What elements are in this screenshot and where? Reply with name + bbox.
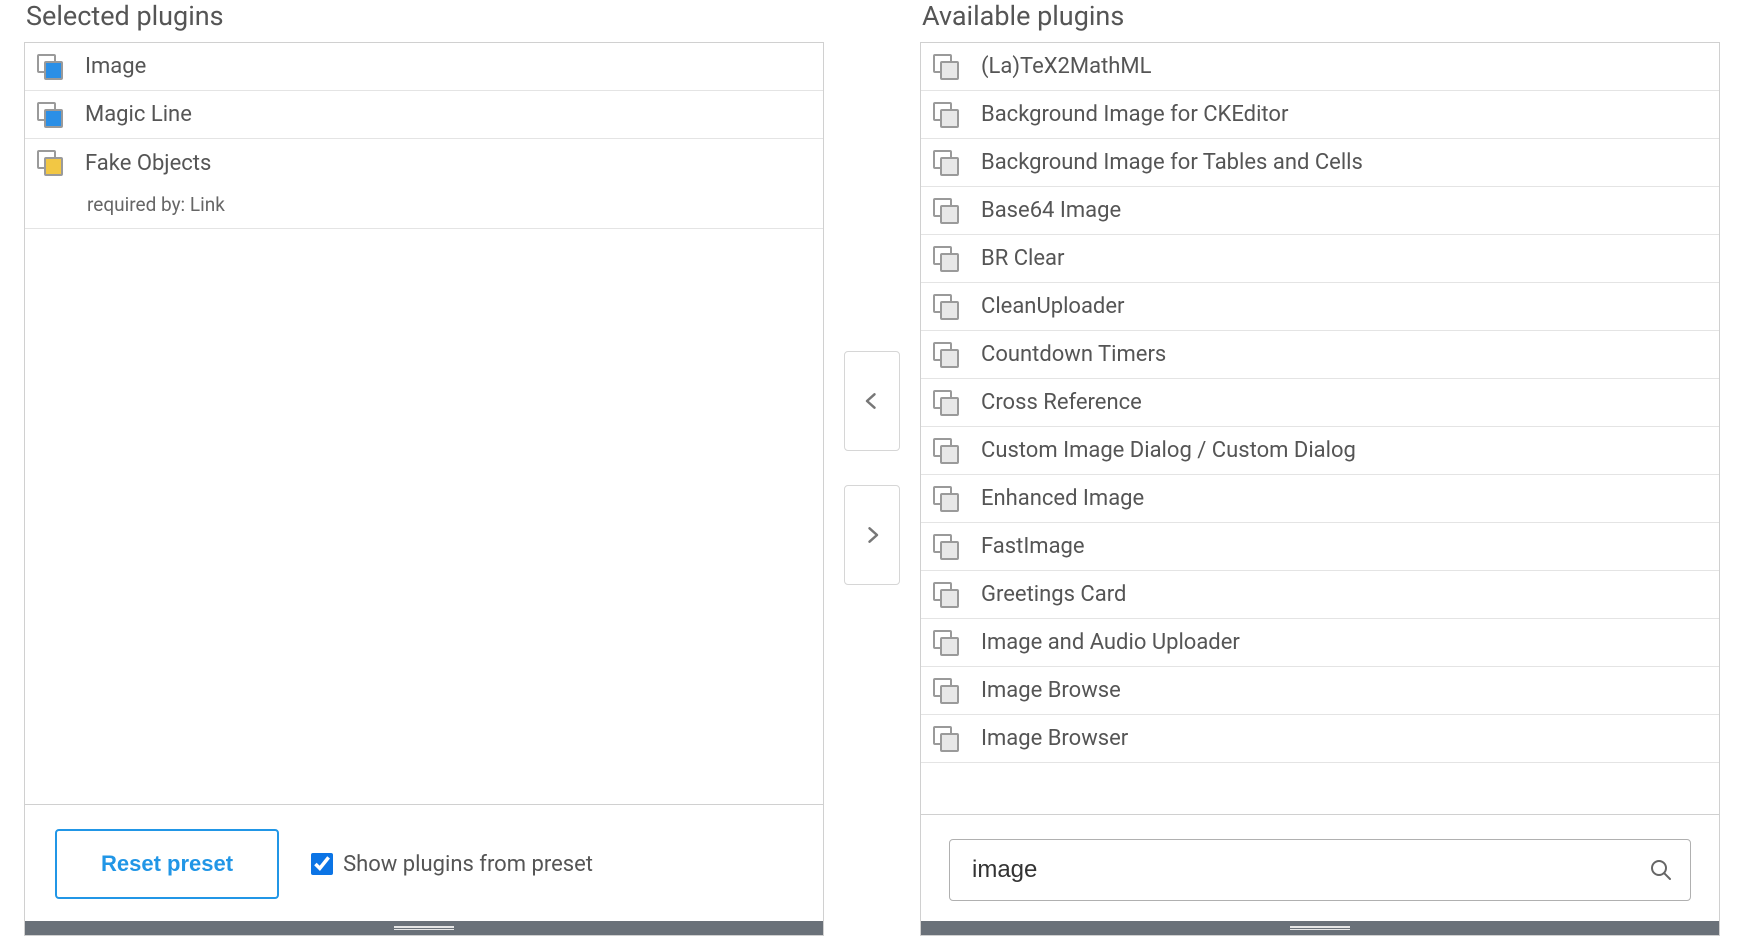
search-input[interactable] <box>949 839 1691 901</box>
list-item-label: Image Browser <box>981 726 1128 751</box>
list-item[interactable]: FastImage <box>921 523 1719 571</box>
selected-plugins-list: Image Magic Line Fake Objects required by: … <box>25 43 823 804</box>
plugin-type-icon <box>933 390 959 416</box>
list-item[interactable]: (La)TeX2MathML <box>921 43 1719 91</box>
move-right-button[interactable] <box>844 485 900 585</box>
available-footer <box>921 814 1719 921</box>
list-item-label: FastImage <box>981 534 1085 559</box>
available-plugins-panel: Available plugins (La)TeX2MathML Backgrou… <box>920 0 1720 936</box>
list-item-label: Background Image for Tables and Cells <box>981 150 1363 175</box>
search-icon <box>1649 858 1673 882</box>
list-item-label: Fake Objects <box>85 151 211 176</box>
list-item-label: Image and Audio Uploader <box>981 630 1240 655</box>
show-from-preset-label: Show plugins from preset <box>343 852 593 877</box>
list-item-subtext: required by: Link <box>25 187 823 229</box>
transfer-controls <box>844 0 900 936</box>
list-item-label: BR Clear <box>981 246 1064 271</box>
plugin-type-icon <box>933 726 959 752</box>
list-item-label: Custom Image Dialog / Custom Dialog <box>981 438 1356 463</box>
plugin-type-icon <box>933 678 959 704</box>
available-plugins-box: (La)TeX2MathML Background Image for CKEdi… <box>920 42 1720 936</box>
list-item[interactable]: Fake Objects <box>25 139 823 187</box>
list-item[interactable]: Enhanced Image <box>921 475 1719 523</box>
list-item[interactable]: Background Image for CKEditor <box>921 91 1719 139</box>
plugin-type-icon <box>933 150 959 176</box>
list-item[interactable]: Greetings Card <box>921 571 1719 619</box>
plugin-type-icon <box>933 582 959 608</box>
list-item[interactable]: Image Browse <box>921 667 1719 715</box>
available-plugins-list[interactable]: (La)TeX2MathML Background Image for CKEdi… <box>921 43 1719 814</box>
move-left-button[interactable] <box>844 351 900 451</box>
selected-footer: Reset preset Show plugins from preset <box>25 804 823 921</box>
show-from-preset-toggle[interactable]: Show plugins from preset <box>311 852 593 877</box>
list-item[interactable]: Image Browser <box>921 715 1719 763</box>
list-item[interactable]: Custom Image Dialog / Custom Dialog <box>921 427 1719 475</box>
list-item[interactable]: Background Image for Tables and Cells <box>921 139 1719 187</box>
list-item-label: Countdown Timers <box>981 342 1166 367</box>
selected-plugins-panel: Selected plugins Image Magic Line Fake Obj… <box>24 0 824 936</box>
plugin-type-icon <box>933 534 959 560</box>
plugin-type-icon <box>37 102 63 128</box>
list-item[interactable]: BR Clear <box>921 235 1719 283</box>
list-item-label: Image <box>85 54 146 79</box>
list-item[interactable]: Image and Audio Uploader <box>921 619 1719 667</box>
plugin-type-icon <box>933 198 959 224</box>
list-item[interactable]: CleanUploader <box>921 283 1719 331</box>
list-item-label: Background Image for CKEditor <box>981 102 1288 127</box>
list-item[interactable]: Cross Reference <box>921 379 1719 427</box>
plugin-type-icon <box>933 102 959 128</box>
list-item-label: (La)TeX2MathML <box>981 54 1151 79</box>
show-from-preset-checkbox[interactable] <box>311 853 333 875</box>
list-item-label: CleanUploader <box>981 294 1124 319</box>
plugin-type-icon <box>933 438 959 464</box>
list-item-label: Image Browse <box>981 678 1121 703</box>
selected-resize-handle[interactable] <box>25 921 823 935</box>
chevron-right-icon <box>862 521 882 549</box>
plugin-type-icon <box>933 54 959 80</box>
list-item[interactable]: Base64 Image <box>921 187 1719 235</box>
plugin-type-icon <box>933 486 959 512</box>
list-item[interactable]: Countdown Timers <box>921 331 1719 379</box>
selected-plugins-title: Selected plugins <box>24 0 824 42</box>
plugin-type-icon <box>37 54 63 80</box>
list-item-label: Base64 Image <box>981 198 1121 223</box>
available-resize-handle[interactable] <box>921 921 1719 935</box>
list-item-label: Enhanced Image <box>981 486 1144 511</box>
plugin-type-icon <box>933 630 959 656</box>
plugin-type-icon <box>933 342 959 368</box>
list-item[interactable]: Magic Line <box>25 91 823 139</box>
list-item-label: Greetings Card <box>981 582 1126 607</box>
plugin-type-icon <box>933 246 959 272</box>
reset-preset-button[interactable]: Reset preset <box>55 829 279 899</box>
plugin-type-icon <box>933 294 959 320</box>
plugin-type-icon <box>37 150 63 176</box>
available-plugins-title: Available plugins <box>920 0 1720 42</box>
list-item-label: Cross Reference <box>981 390 1142 415</box>
chevron-left-icon <box>862 387 882 415</box>
selected-plugins-box: Image Magic Line Fake Objects required by: … <box>24 42 824 936</box>
list-item[interactable]: Image <box>25 43 823 91</box>
list-item-label: Magic Line <box>85 102 192 127</box>
